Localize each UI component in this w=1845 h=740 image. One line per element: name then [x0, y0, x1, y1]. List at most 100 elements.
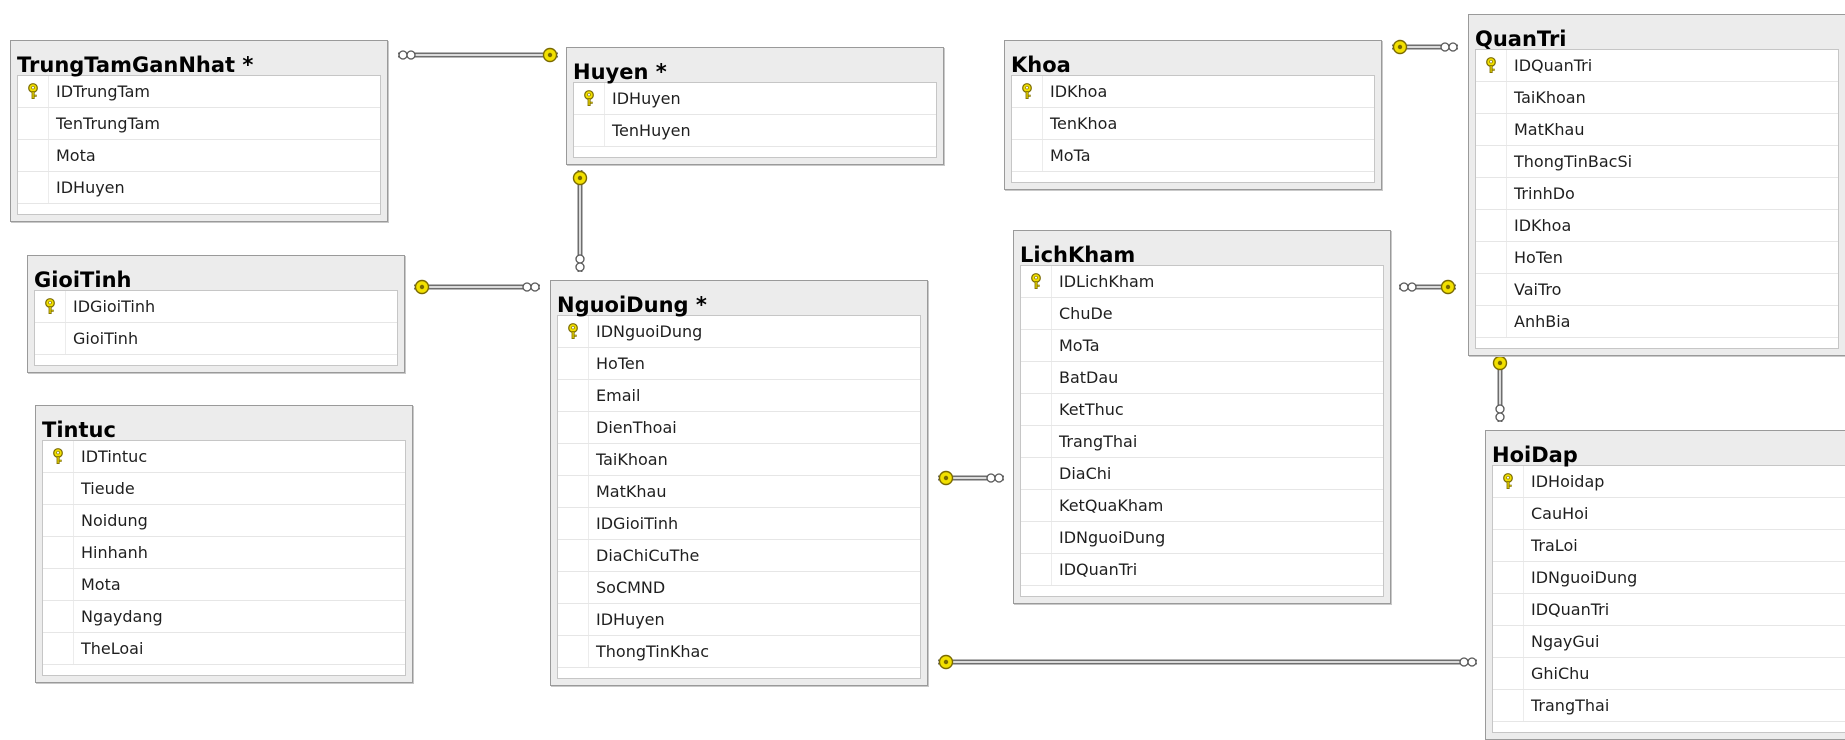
column-row[interactable]: VaiTro — [1476, 274, 1838, 306]
column-list-padding — [18, 204, 380, 214]
column-row[interactable]: HoTen — [1476, 242, 1838, 274]
one-end-key-icon — [414, 279, 430, 295]
column-list: IDGioiTinh GioiTinh — [34, 290, 398, 366]
column-row[interactable]: IDNguoiDung — [558, 316, 920, 348]
column-row[interactable]: Mota — [18, 140, 380, 172]
table-tintuc[interactable]: Tintuc IDTintuc Tieude Noidung Hinhanh Mota N… — [35, 405, 413, 683]
column-row[interactable]: IDNguoiDung — [1493, 562, 1845, 594]
key-cell — [1021, 330, 1052, 361]
key-cell — [1021, 394, 1052, 425]
column-row[interactable]: DiaChiCuThe — [558, 540, 920, 572]
column-row[interactable]: IDHuyen — [18, 172, 380, 204]
table-header[interactable]: LichKham — [1014, 231, 1390, 267]
column-row[interactable]: DiaChi — [1021, 458, 1383, 490]
column-row[interactable]: TenKhoa — [1012, 108, 1374, 140]
column-row[interactable]: IDHoidap — [1493, 466, 1845, 498]
column-row[interactable]: MoTa — [1012, 140, 1374, 172]
column-row[interactable]: GhiChu — [1493, 658, 1845, 690]
column-row[interactable]: Email — [558, 380, 920, 412]
many-end-infinity-icon — [398, 50, 416, 60]
column-row[interactable]: ChuDe — [1021, 298, 1383, 330]
table-header[interactable]: HoiDap — [1486, 431, 1845, 467]
table-nguoidung[interactable]: NguoiDung * IDNguoiDung HoTen Email DienTho… — [550, 280, 928, 686]
column-name: IDKhoa — [1514, 216, 1572, 235]
table-header[interactable]: GioiTinh — [28, 256, 404, 292]
column-name: TrinhDo — [1514, 184, 1575, 203]
key-cell — [43, 505, 74, 536]
key-cell — [558, 348, 589, 379]
column-name: IDHuyen — [56, 178, 125, 197]
column-row[interactable]: IDHuyen — [574, 83, 936, 115]
column-row[interactable]: ThongTinBacSi — [1476, 146, 1838, 178]
column-row[interactable]: IDHuyen — [558, 604, 920, 636]
column-list-padding — [1021, 586, 1383, 596]
column-row[interactable]: SoCMND — [558, 572, 920, 604]
one-end-key-icon — [938, 470, 954, 486]
column-row[interactable]: BatDau — [1021, 362, 1383, 394]
column-row[interactable]: MatKhau — [1476, 114, 1838, 146]
column-row[interactable]: TenTrungTam — [18, 108, 380, 140]
column-row[interactable]: IDGioiTinh — [558, 508, 920, 540]
table-header[interactable]: Tintuc — [36, 406, 412, 442]
column-row[interactable]: IDQuanTri — [1493, 594, 1845, 626]
many-end-infinity-icon — [1495, 404, 1505, 422]
column-row[interactable]: IDLichKham — [1021, 266, 1383, 298]
key-cell — [1493, 658, 1524, 689]
column-row[interactable]: Noidung — [43, 505, 405, 537]
column-name: KetThuc — [1059, 400, 1124, 419]
column-row[interactable]: Tieude — [43, 473, 405, 505]
many-end-infinity-icon — [986, 473, 1004, 483]
column-row[interactable]: AnhBia — [1476, 306, 1838, 338]
column-row[interactable]: KetQuaKham — [1021, 490, 1383, 522]
column-row[interactable]: TaiKhoan — [558, 444, 920, 476]
column-row[interactable]: Hinhanh — [43, 537, 405, 569]
table-lichkham[interactable]: LichKham IDLichKham ChuDe MoTa BatDau KetThu… — [1013, 230, 1391, 604]
column-row[interactable]: MatKhau — [558, 476, 920, 508]
column-row[interactable]: IDQuanTri — [1476, 50, 1838, 82]
column-row[interactable]: IDNguoiDung — [1021, 522, 1383, 554]
column-row[interactable]: TrangThai — [1493, 690, 1845, 722]
column-name: TrangThai — [1531, 696, 1610, 715]
column-row[interactable]: DienThoai — [558, 412, 920, 444]
column-row[interactable]: TrangThai — [1021, 426, 1383, 458]
column-row[interactable]: Ngaydang — [43, 601, 405, 633]
key-cell — [35, 323, 66, 354]
column-row[interactable]: IDKhoa — [1476, 210, 1838, 242]
column-name: CauHoi — [1531, 504, 1589, 523]
column-list-padding — [558, 668, 920, 678]
column-row[interactable]: CauHoi — [1493, 498, 1845, 530]
column-name: VaiTro — [1514, 280, 1562, 299]
table-quantri[interactable]: QuanTri IDQuanTri TaiKhoan MatKhau ThongTin… — [1468, 14, 1845, 356]
column-row[interactable]: IDTintuc — [43, 441, 405, 473]
table-huyen[interactable]: Huyen * IDHuyen TenHuyen — [566, 47, 944, 165]
column-row[interactable]: IDGioiTinh — [35, 291, 397, 323]
table-khoa[interactable]: Khoa IDKhoa TenKhoa MoTa — [1004, 40, 1382, 190]
table-header[interactable]: Khoa — [1005, 41, 1381, 77]
column-row[interactable]: Mota — [43, 569, 405, 601]
column-row[interactable]: ThongTinKhac — [558, 636, 920, 668]
column-row[interactable]: IDQuanTri — [1021, 554, 1383, 586]
column-row[interactable]: TrinhDo — [1476, 178, 1838, 210]
column-name: DienThoai — [596, 418, 677, 437]
column-name: TaiKhoan — [596, 450, 668, 469]
column-row[interactable]: TraLoi — [1493, 530, 1845, 562]
column-row[interactable]: IDTrungTam — [18, 76, 380, 108]
table-header[interactable]: TrungTamGanNhat * — [11, 41, 387, 77]
table-hoidap[interactable]: HoiDap IDHoidap CauHoi TraLoi IDNguoiDung ID… — [1485, 430, 1845, 740]
column-row[interactable]: NgayGui — [1493, 626, 1845, 658]
column-row[interactable]: GioiTinh — [35, 323, 397, 355]
column-row[interactable]: KetThuc — [1021, 394, 1383, 426]
column-list-padding — [574, 147, 936, 157]
column-row[interactable]: TenHuyen — [574, 115, 936, 147]
table-trungtamgannhat[interactable]: TrungTamGanNhat * IDTrungTam TenTrungTam M… — [10, 40, 388, 222]
column-row[interactable]: HoTen — [558, 348, 920, 380]
table-header[interactable]: QuanTri — [1469, 15, 1845, 51]
many-end-infinity-icon — [522, 282, 540, 292]
column-row[interactable]: TaiKhoan — [1476, 82, 1838, 114]
column-row[interactable]: IDKhoa — [1012, 76, 1374, 108]
column-row[interactable]: MoTa — [1021, 330, 1383, 362]
table-header[interactable]: Huyen * — [567, 48, 943, 84]
column-row[interactable]: TheLoai — [43, 633, 405, 665]
table-header[interactable]: NguoiDung * — [551, 281, 927, 317]
table-gioitinh[interactable]: GioiTinh IDGioiTinh GioiTinh — [27, 255, 405, 373]
